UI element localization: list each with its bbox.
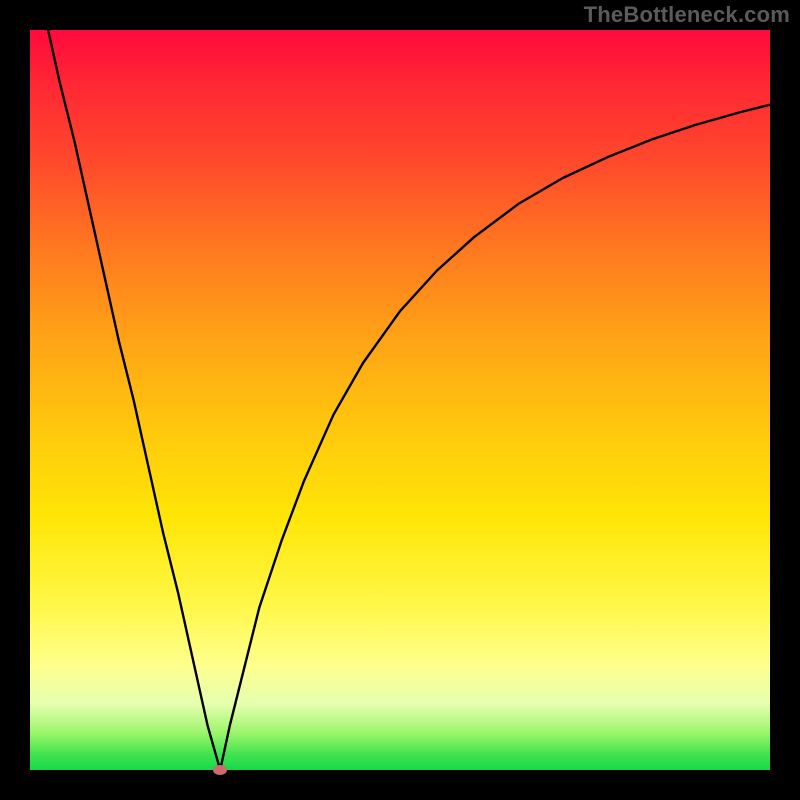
curve-path	[30, 0, 770, 770]
chart-frame: TheBottleneck.com	[0, 0, 800, 800]
watermark-text: TheBottleneck.com	[584, 2, 790, 28]
minimum-marker	[213, 765, 227, 775]
bottleneck-curve	[30, 30, 770, 770]
plot-area	[30, 30, 770, 770]
